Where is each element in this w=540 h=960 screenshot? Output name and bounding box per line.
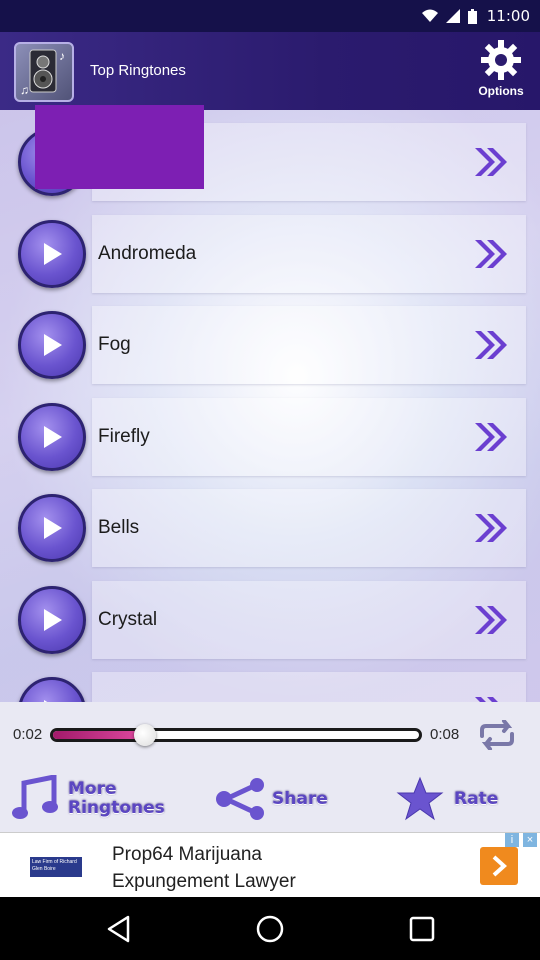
back-button[interactable]: [98, 909, 138, 949]
rate-label: Rate: [454, 788, 499, 809]
status-bar: 11:00: [0, 0, 540, 32]
home-icon: [256, 915, 284, 943]
ringtone-tile[interactable]: Crystal: [92, 581, 526, 659]
battery-icon: [467, 8, 477, 24]
star-icon: [396, 776, 444, 821]
chevron-right-icon: [492, 855, 507, 877]
ringtone-name: Crystal: [98, 609, 158, 630]
svg-text:♫: ♫: [20, 83, 29, 97]
recents-icon: [409, 916, 435, 942]
gear-icon: [481, 40, 521, 80]
list-item[interactable]: Firefly: [0, 398, 540, 478]
list-item[interactable]: Crystal: [0, 581, 540, 661]
wifi-icon: [421, 9, 438, 22]
double-chevron-right-icon[interactable]: [472, 694, 508, 702]
status-time: 11:00: [486, 7, 530, 25]
double-chevron-right-icon[interactable]: [472, 603, 508, 637]
play-button[interactable]: [18, 677, 86, 702]
ringtone-tile[interactable]: [92, 672, 526, 702]
play-button[interactable]: [18, 220, 86, 288]
play-icon: [44, 334, 62, 356]
options-button[interactable]: Options: [470, 38, 532, 104]
play-icon: [44, 243, 62, 265]
rate-button[interactable]: Rate: [394, 770, 498, 828]
total-time: 0:08: [430, 726, 460, 743]
play-icon: [44, 426, 62, 448]
app-header: ♪ ♫ Top Ringtones Options: [0, 32, 540, 110]
share-label: Share: [272, 788, 328, 809]
seek-progress: [53, 731, 145, 739]
seek-bar[interactable]: [50, 724, 422, 746]
share-icon: [216, 778, 264, 820]
ad-logo: Law Firm of Richard Glen Boire: [30, 857, 82, 877]
action-bar: More Ringtones Share Rate: [0, 770, 540, 828]
more-ringtones-button[interactable]: More Ringtones: [10, 770, 165, 828]
ringtone-tile[interactable]: Fog: [92, 306, 526, 384]
music-note-icon: [12, 775, 58, 819]
ringtone-tile[interactable]: Andromeda: [92, 215, 526, 293]
home-button[interactable]: [250, 909, 290, 949]
double-chevron-right-icon[interactable]: [472, 145, 508, 179]
play-button[interactable]: [18, 311, 86, 379]
play-icon: [44, 517, 62, 539]
ringtone-name: Andromeda: [98, 243, 197, 264]
play-button[interactable]: [18, 403, 86, 471]
ringtone-name: Firefly: [98, 426, 150, 447]
play-button[interactable]: [18, 494, 86, 562]
ad-go-button[interactable]: [480, 847, 518, 885]
seek-thumb[interactable]: [133, 724, 156, 746]
double-chevron-right-icon[interactable]: [472, 237, 508, 271]
play-icon: [44, 609, 62, 631]
options-label: Options: [478, 84, 524, 98]
popup-overlay[interactable]: [35, 105, 204, 189]
repeat-icon[interactable]: [474, 720, 520, 750]
svg-text:♪: ♪: [59, 49, 65, 63]
ad-info-icon[interactable]: i: [505, 833, 519, 847]
ad-close-icon[interactable]: ×: [523, 833, 537, 847]
share-button[interactable]: Share: [214, 770, 328, 828]
ad-line-1: Prop64 Marijuana: [112, 844, 262, 865]
ad-controls: i ×: [500, 833, 540, 849]
system-nav-bar: [0, 897, 540, 960]
play-button[interactable]: [18, 586, 86, 654]
ringtone-tile[interactable]: Bells: [92, 489, 526, 567]
back-icon: [107, 915, 130, 943]
double-chevron-right-icon[interactable]: [472, 328, 508, 362]
speaker-logo-icon: ♪ ♫: [14, 42, 74, 102]
ad-line-2: Expungement Lawyer: [112, 871, 296, 892]
ringtones-label: Ringtones: [68, 798, 165, 818]
page-title: Top Ringtones: [90, 62, 186, 79]
more-label: More: [68, 779, 117, 799]
ad-text[interactable]: Prop64 Marijuana Expungement Lawyer: [112, 841, 296, 895]
ringtone-list[interactable]: Andromeda Fog Firefly Bells Crystal: [0, 110, 540, 702]
ad-banner[interactable]: Law Firm of Richard Glen Boire Prop64 Ma…: [0, 832, 540, 897]
ringtone-name: Bells: [98, 517, 140, 538]
signal-icon: [445, 9, 460, 23]
ringtone-name: Fog: [98, 334, 131, 355]
recents-button[interactable]: [402, 909, 442, 949]
player-bar: 0:02 0:08: [0, 702, 540, 766]
double-chevron-right-icon[interactable]: [472, 420, 508, 454]
list-item[interactable]: Andromeda: [0, 215, 540, 295]
list-item[interactable]: [0, 672, 540, 702]
list-item[interactable]: Fog: [0, 306, 540, 386]
list-item[interactable]: Bells: [0, 489, 540, 569]
ringtone-tile[interactable]: Firefly: [92, 398, 526, 476]
double-chevron-right-icon[interactable]: [472, 511, 508, 545]
status-icons: [421, 8, 477, 24]
elapsed-time: 0:02: [13, 726, 43, 743]
